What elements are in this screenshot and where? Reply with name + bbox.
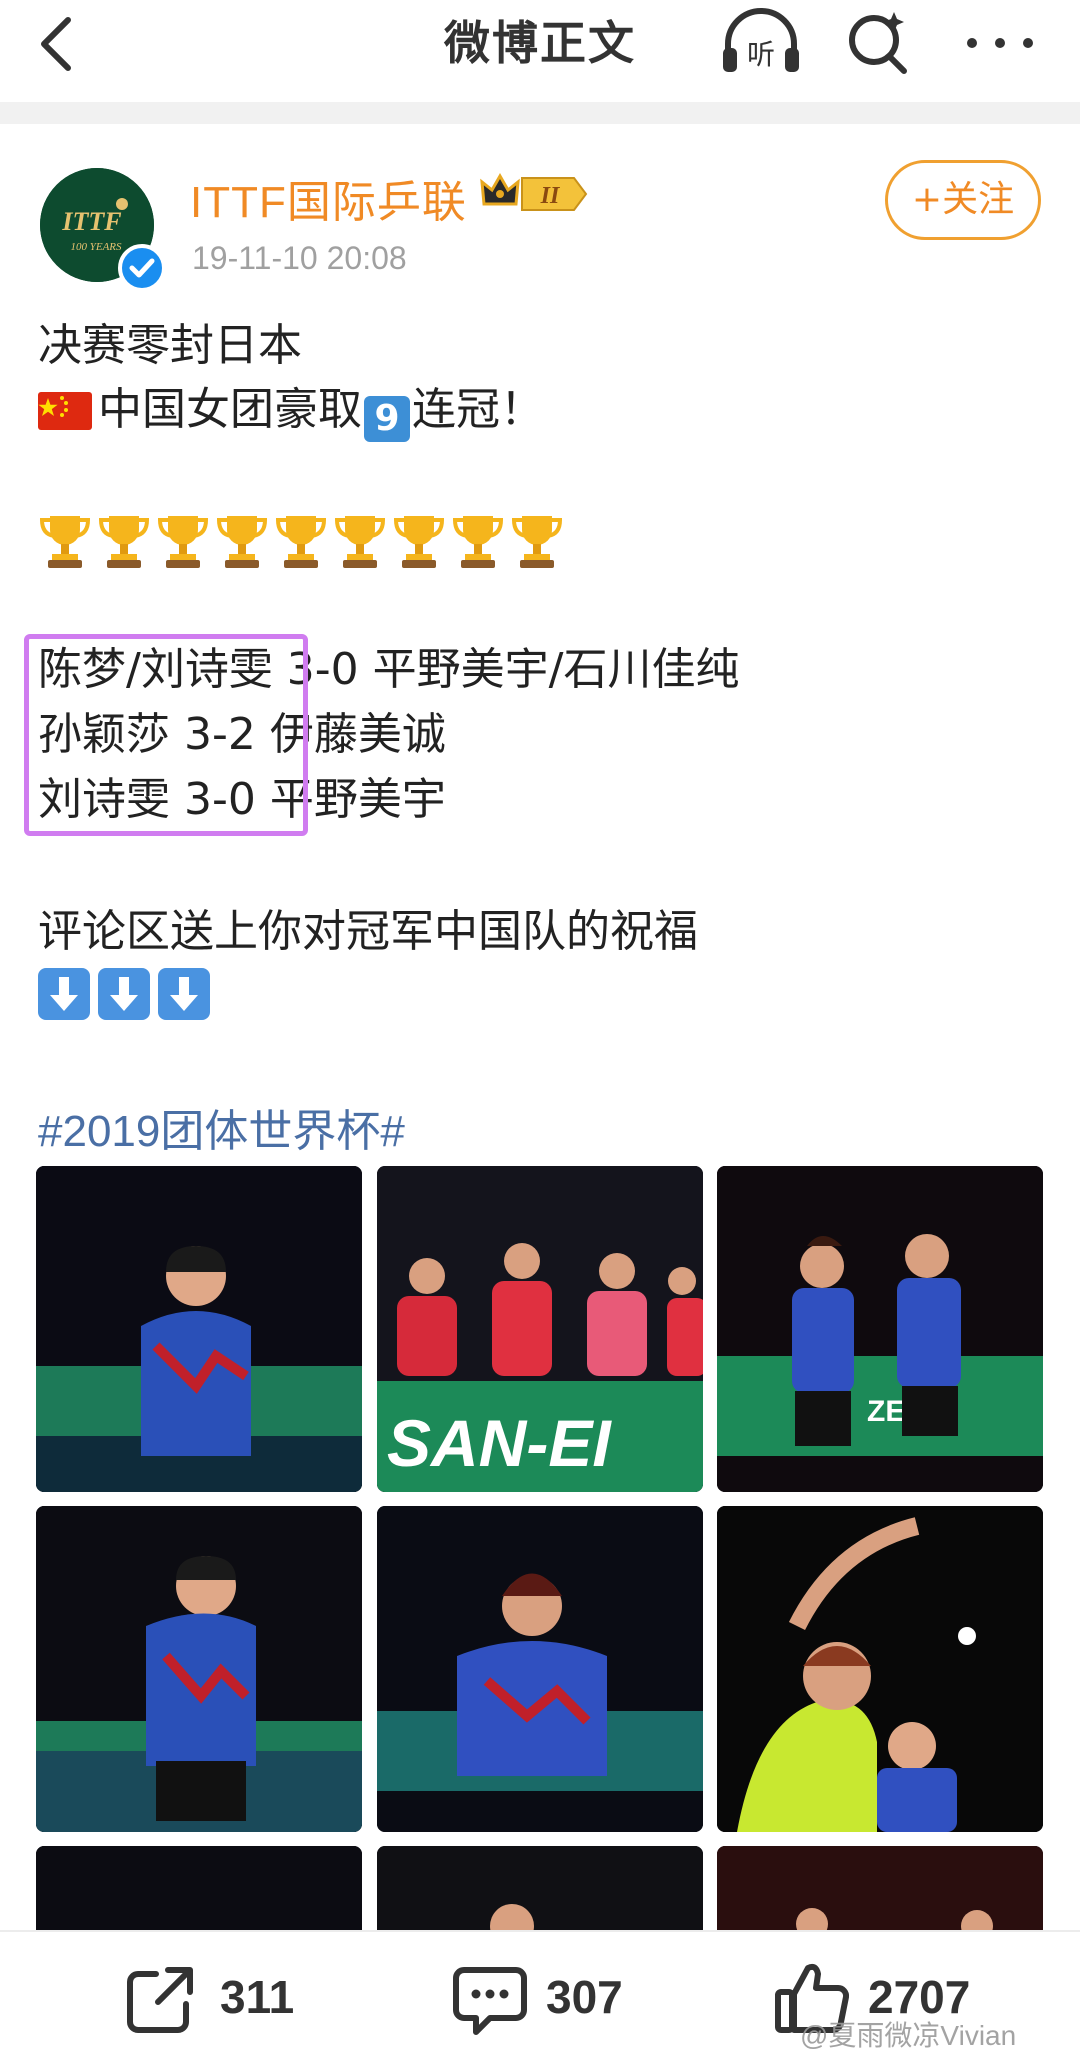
post-image-1[interactable] (36, 1166, 362, 1492)
trophy-icon (274, 512, 328, 570)
china-flag-icon (38, 392, 92, 430)
post-image-6[interactable] (717, 1506, 1043, 1832)
post-line-2-text-a: 中国女团豪取 (98, 384, 362, 435)
share-icon (127, 1967, 193, 2033)
listen-headphones-icon[interactable]: 听 (718, 6, 804, 80)
svg-text:SAN-EI: SAN-EI (387, 1406, 612, 1480)
post-timestamp: 19-11-10 20:08 (192, 240, 407, 276)
post-image-4[interactable] (36, 1506, 362, 1832)
post-image-7[interactable] (36, 1846, 362, 1930)
avatar-logo-subtext: 100 YEARS (70, 241, 122, 253)
down-arrow-icon (38, 968, 90, 1020)
post-image-8[interactable] (377, 1846, 703, 1930)
comment-count: 307 (546, 1971, 623, 2023)
top-nav-bar: 微博正文 听 (0, 0, 1080, 102)
trophy-icon (97, 512, 151, 570)
post-image-2[interactable]: SAN-EI (377, 1166, 703, 1492)
comment-icon (453, 1967, 527, 2035)
source-watermark: @夏雨微凉Vivian (800, 2020, 1017, 2051)
listen-label: 听 (747, 38, 775, 71)
trophy-icon (510, 512, 564, 570)
page-title: 微博正文 (444, 16, 636, 70)
comment-button[interactable]: 307 (450, 1962, 680, 2042)
trophy-icon (215, 512, 269, 570)
post-image-3[interactable]: ZEN-N (717, 1166, 1043, 1492)
share-count: 311 (220, 1971, 295, 2023)
trophy-icon (156, 512, 210, 570)
post-line-2-text-b: 连冠！ (412, 384, 544, 435)
post-line-2: 中国女团豪取 9 连冠！ (38, 382, 544, 442)
follow-button[interactable]: +关注 (885, 160, 1041, 240)
author-name[interactable]: ITTF国际乒联 (190, 166, 467, 230)
crown-level-badge-icon: II (478, 170, 590, 218)
avatar-logo-text: ITTF (61, 207, 121, 236)
trophy-icon (333, 512, 387, 570)
post-line-1: 决赛零封日本 (38, 320, 302, 371)
post-image-9[interactable] (717, 1846, 1043, 1930)
trophy-emoji-row (38, 512, 569, 572)
trophy-icon (451, 512, 505, 570)
hashtag-link[interactable]: #2019团体世界杯# (38, 1095, 405, 1159)
down-arrow-icon (158, 968, 210, 1020)
verified-check-icon (118, 244, 166, 292)
search-icon[interactable] (842, 6, 916, 80)
trophy-icon (38, 512, 92, 570)
more-options-icon[interactable] (960, 6, 1040, 80)
share-button[interactable]: 311 (122, 1962, 342, 2042)
nav-divider (0, 102, 1080, 124)
post-line-6: 评论区送上你对冠军中国队的祝福 (38, 906, 698, 957)
post-image-5[interactable] (377, 1506, 703, 1832)
down-arrow-emoji-row (38, 968, 218, 1026)
keycap-number: 9 (364, 396, 410, 442)
badge-level-text: II (540, 183, 561, 209)
highlight-annotation-box (24, 634, 308, 836)
trophy-icon (392, 512, 446, 570)
down-arrow-icon (98, 968, 150, 1020)
